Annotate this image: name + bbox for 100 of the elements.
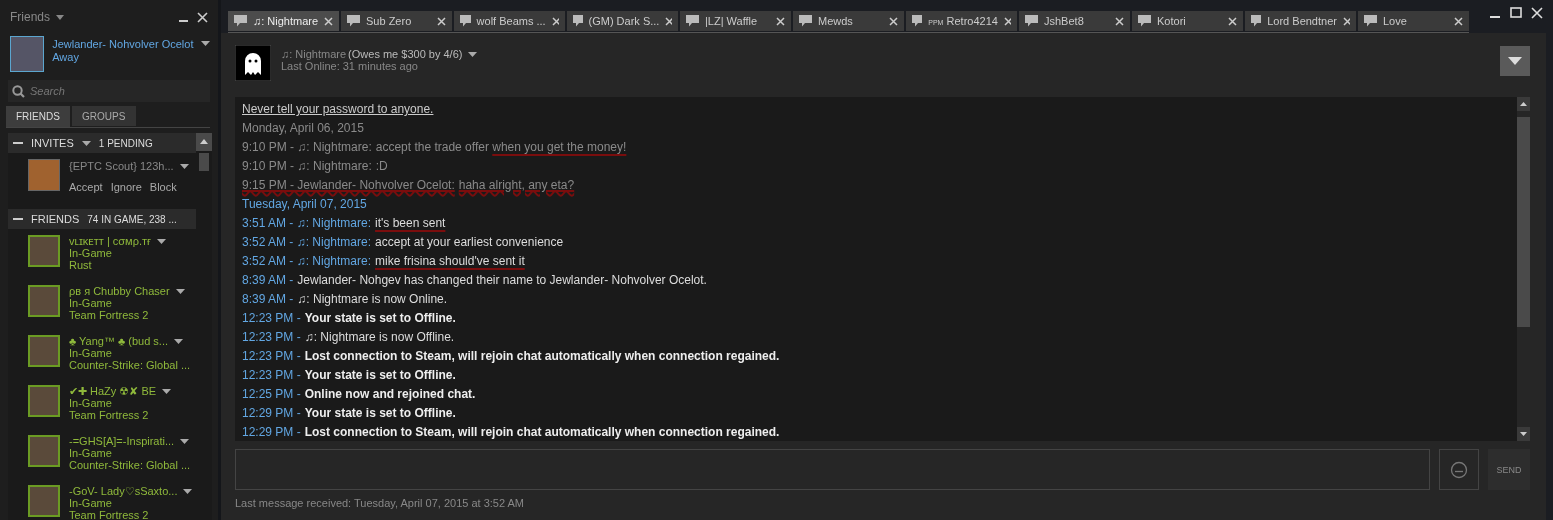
event-text: Lost connection to Steam, will rejoin chat automatically when connection regained.	[304, 348, 780, 365]
friend-name[interactable]: -=GHS[A]=-Inspirati...	[69, 435, 175, 447]
chat-tab[interactable]: Kotori	[1132, 11, 1243, 31]
close-icon[interactable]	[1115, 16, 1124, 26]
invite-action-link[interactable]: Ignore	[110, 181, 142, 193]
search-field[interactable]: Search	[8, 80, 210, 102]
event-text: Your state is set to Offline.	[304, 367, 456, 384]
security-notice: Never tell your password to anyone.	[242, 101, 435, 118]
dropdown-button[interactable]	[1500, 46, 1530, 76]
message-text: accept at your earliest convenience	[375, 234, 564, 251]
close-icon[interactable]	[776, 16, 785, 26]
friend-name[interactable]: ✔✚ HaZy ☢✘ BE	[69, 385, 157, 397]
invite-action-link[interactable]: Accept	[69, 181, 103, 193]
event-text: ♫: Nightmare is now Offline.	[304, 329, 455, 346]
caret-icon[interactable]	[179, 163, 189, 169]
friend-game: Team Fortress 2	[69, 409, 150, 421]
scroll-thumb[interactable]	[199, 153, 209, 171]
friends-tab[interactable]: GROUPS	[72, 106, 136, 126]
group-count: 74 IN GAME, 238 ...	[87, 213, 177, 225]
chat-tab[interactable]: |LZ| Waffle	[680, 11, 791, 31]
friends-tab[interactable]: FRIENDS	[6, 106, 70, 127]
event-text: Online now and rejoined chat.	[304, 386, 476, 403]
close-icon[interactable]	[1531, 7, 1543, 19]
chat-bubble-icon	[347, 15, 360, 27]
chat-tab[interactable]: Mewds	[793, 11, 904, 31]
scroll-down-icon[interactable]	[1517, 427, 1530, 441]
caret-icon[interactable]	[183, 488, 193, 494]
close-icon[interactable]	[197, 11, 208, 23]
message-text: mike frisina should've sent it	[375, 253, 525, 270]
scroll-up-icon[interactable]	[1517, 97, 1530, 111]
friend-name[interactable]: ρв я Chubby Chaser	[69, 285, 170, 297]
contact-name: ♫: Nightmare	[281, 48, 347, 60]
friend-status: In-Game	[69, 397, 113, 409]
chat-tab[interactable]: JshBet8	[1019, 11, 1130, 31]
message-time: 8:39 AM -	[242, 291, 294, 308]
event-text: ♫: Nightmare is now Online.	[297, 291, 448, 308]
chat-tab[interactable]: wolf Beams ...	[454, 11, 565, 31]
event-text: Lost connection to Steam, will rejoin chat automatically when connection regained.	[304, 424, 780, 441]
ghost-avatar-icon	[235, 45, 271, 81]
friend-game: Team Fortress 2	[69, 309, 150, 321]
friends-menu[interactable]: Friends	[10, 10, 50, 24]
caret-icon[interactable]	[175, 288, 185, 294]
caret-icon[interactable]	[180, 438, 190, 444]
message-text: it's been sent	[375, 215, 446, 232]
chat-tab[interactable]: ♫: Nightmare	[228, 11, 339, 31]
invite-name: {EPTC Scout} 123h...	[69, 159, 174, 173]
chat-bubble-icon	[686, 15, 699, 27]
friend-game: Team Fortress 2	[69, 509, 150, 520]
emoticon-button[interactable]	[1439, 449, 1479, 490]
message-time: 12:23 PM -	[242, 348, 301, 365]
chat-bubble-icon	[799, 15, 812, 27]
date-divider: Monday, April 06, 2015	[242, 120, 364, 137]
caret-icon[interactable]	[201, 41, 210, 46]
chat-bubble-icon	[234, 15, 247, 27]
send-button[interactable]: SEND	[1488, 449, 1530, 490]
message-input[interactable]	[235, 449, 1430, 490]
group-header[interactable]: INVITES 1 PENDING	[8, 133, 196, 153]
message-sender: 9:10 PM - ♫: Nightmare:	[242, 139, 372, 156]
friend-name[interactable]: -GoV- Lady♡sSaxto...	[69, 485, 178, 497]
avatar-placeholder	[28, 159, 60, 191]
invite-action-link[interactable]: Block	[149, 181, 177, 193]
friend-status: In-Game	[69, 497, 113, 509]
event-text: Jewlander- Nohgev has changed their name to Jewlander- Nohvolver Ocelot.	[297, 272, 707, 289]
caret-icon[interactable]	[162, 388, 172, 394]
caret-icon	[81, 140, 91, 146]
last-message-info: Last message received: Tuesday, April 07, 2015 at 3:52 AM	[235, 497, 526, 509]
caret-icon[interactable]	[157, 238, 166, 244]
friend-status: In-Game	[69, 347, 113, 359]
close-icon[interactable]	[889, 16, 898, 26]
close-icon[interactable]	[665, 16, 672, 26]
friend-name[interactable]: ♣ Yang™ ♣ (bud s...	[69, 335, 169, 347]
chat-bubble-icon	[1025, 15, 1038, 27]
close-icon[interactable]	[324, 16, 333, 26]
close-icon[interactable]	[1228, 16, 1237, 26]
maximize-icon[interactable]	[1510, 7, 1522, 18]
profile-name[interactable]: Jewlander- Nohvolver Ocelot	[52, 38, 194, 51]
scroll-thumb[interactable]	[1517, 117, 1530, 327]
chat-tab[interactable]: Sub Zero	[341, 11, 452, 31]
close-icon[interactable]	[1454, 16, 1463, 26]
close-icon[interactable]	[1342, 16, 1350, 26]
scrollbar[interactable]	[1517, 97, 1530, 441]
chat-tab[interactable]: Love	[1358, 11, 1469, 31]
chat-tab[interactable]: (GM) Dark S...	[567, 11, 678, 31]
avatar-placeholder	[28, 385, 60, 417]
chat-tab[interactable]: Lord Bendtner	[1245, 11, 1356, 31]
last-online: Last Online: 31 minutes ago	[281, 60, 419, 72]
contact-nickname: (Owes me $300 by 4/6)	[348, 48, 463, 60]
avatar-placeholder	[28, 485, 60, 517]
date-divider: Tuesday, April 07, 2015	[242, 196, 367, 213]
close-icon[interactable]	[551, 16, 559, 26]
caret-icon[interactable]	[468, 51, 478, 57]
close-icon[interactable]	[437, 16, 446, 26]
scroll-up-icon[interactable]	[196, 133, 212, 151]
close-icon[interactable]	[1003, 16, 1011, 26]
group-header[interactable]: FRIENDS 74 IN GAME, 238 ...	[8, 209, 196, 229]
friend-name[interactable]: ᴠʟɪᴋᴇᴛᴛ | cσмρ.тғ	[69, 235, 151, 247]
message-sender: 3:52 AM - ♫: Nightmare:	[242, 234, 372, 251]
message-text: accept the trade offer when you get the money!	[375, 139, 627, 156]
friend-game: Rust	[69, 259, 93, 271]
caret-icon[interactable]	[174, 338, 184, 344]
